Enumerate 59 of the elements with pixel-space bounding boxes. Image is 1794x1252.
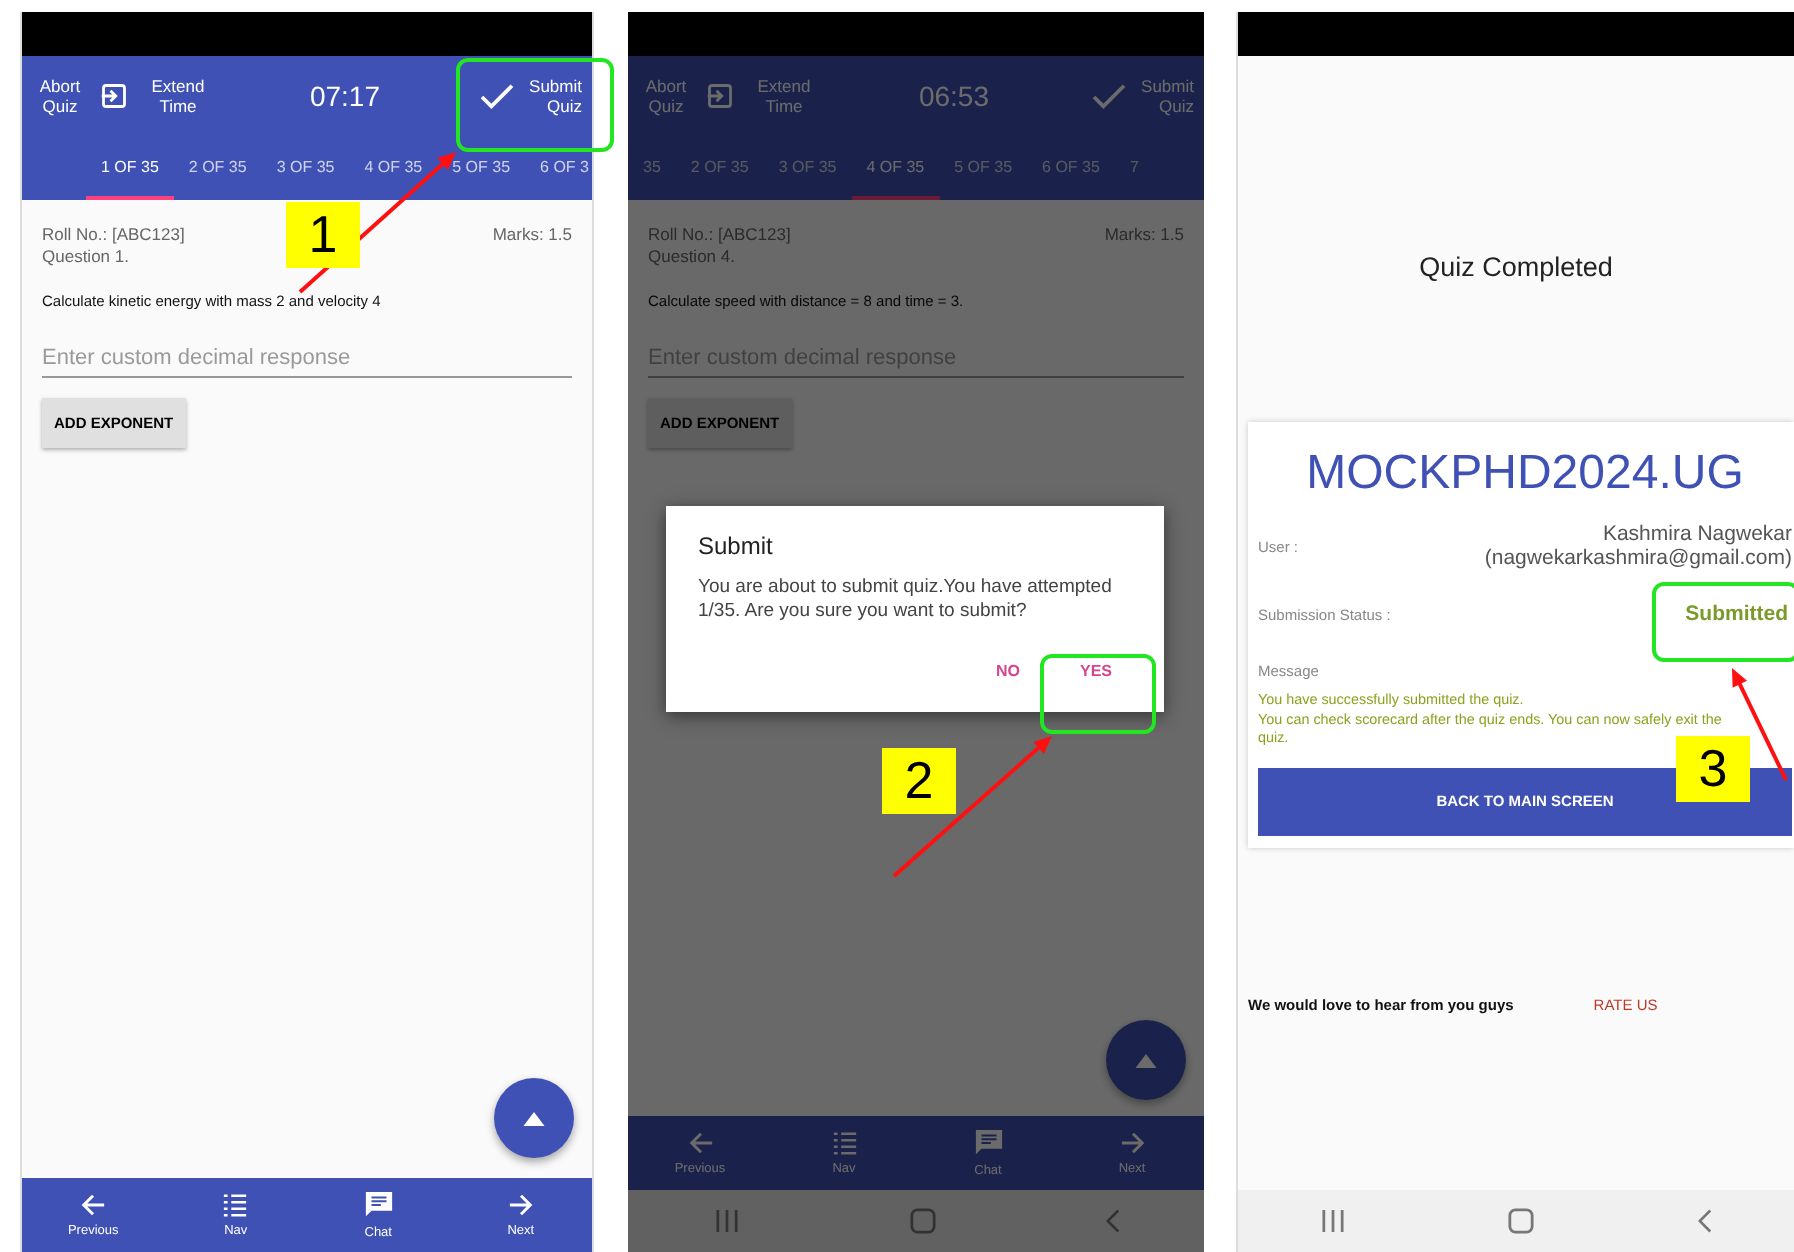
marks-label: Marks: 1.5 [1104, 224, 1184, 248]
arrow-right-icon [1119, 1130, 1145, 1156]
arrow-right-icon [507, 1192, 534, 1218]
chat-icon [973, 1128, 1003, 1158]
back-icon[interactable] [1698, 1208, 1713, 1234]
list-icon [831, 1130, 857, 1156]
submission-status: Submitted [1685, 602, 1788, 626]
dialog-title: Submit [698, 532, 775, 560]
submit-quiz-button[interactable]: Submit Quiz [522, 76, 582, 116]
arrow-left-icon [80, 1192, 107, 1218]
timer: 06:53 [916, 80, 992, 112]
question-tab[interactable]: 4 OF 35 [851, 136, 940, 200]
list-icon [222, 1192, 249, 1218]
back-icon[interactable] [1105, 1208, 1119, 1234]
user-email: (nagwekarkashmira@gmail.com) [1484, 546, 1792, 570]
caret-up-icon [522, 1111, 546, 1125]
scroll-up-button[interactable] [494, 1078, 574, 1158]
abort-quiz-button[interactable]: Abort Quiz [32, 76, 88, 116]
question-tab[interactable]: 3 OF 35 [261, 136, 350, 200]
step-number: 2 [882, 748, 956, 814]
home-icon[interactable] [909, 1208, 935, 1234]
timer: 07:17 [307, 80, 383, 112]
roll-number: Roll No.: [ABC123] [42, 224, 185, 246]
dialog-button[interactable]: NO [975, 650, 1040, 692]
completion-heading: Quiz Completed [1417, 252, 1615, 282]
question-tab[interactable]: 6 OF 3 [525, 136, 592, 200]
question-tab[interactable]: 5 OF 35 [437, 136, 526, 200]
step-number: 1 [286, 202, 360, 268]
question-tab[interactable]: 4 OF 35 [349, 136, 438, 200]
quiz-name: MOCKPHD2024.UG [1304, 446, 1746, 502]
recent-apps-icon[interactable] [1319, 1210, 1346, 1232]
scroll-up-button[interactable] [1106, 1020, 1186, 1100]
user-name: Kashmira Nagwekar [1602, 522, 1792, 546]
check-icon[interactable] [478, 81, 516, 111]
roll-number: Roll No.: [ABC123] [648, 224, 791, 246]
marks-label: Marks: 1.5 [492, 224, 572, 248]
chat-icon [363, 1190, 394, 1220]
question-number: Question 4. [648, 246, 737, 268]
annotation-arrow [1732, 668, 1788, 781]
dialog-message: You are about to submit quiz.You have attempted 1/35. Are you sure you want to submit? [698, 576, 1114, 622]
step-number: 3 [1676, 736, 1750, 802]
extend-time-button[interactable]: Extend Time [144, 76, 212, 116]
answer-field[interactable]: Enter custom decimal response [42, 338, 572, 378]
home-icon[interactable] [1508, 1208, 1535, 1234]
submit-quiz-button[interactable]: Submit Quiz [1134, 76, 1194, 116]
dialog-button[interactable]: YES [1059, 650, 1132, 692]
exit-icon[interactable] [100, 82, 128, 110]
caret-up-icon [1134, 1053, 1158, 1067]
exit-icon[interactable] [706, 82, 734, 110]
recent-apps-icon[interactable] [713, 1210, 739, 1232]
arrow-left-icon [687, 1130, 713, 1156]
question-number: Question 1. [42, 246, 131, 268]
question-tab[interactable]: 2 OF 35 [173, 136, 262, 200]
abort-quiz-button[interactable]: Abort Quiz [638, 76, 694, 116]
highlight-frame [1652, 582, 1794, 662]
extend-time-button[interactable]: Extend Time [750, 76, 818, 116]
check-icon[interactable] [1090, 81, 1128, 111]
question-tab[interactable]: 1 OF 35 [86, 136, 174, 200]
highlight-frame [1040, 654, 1156, 734]
